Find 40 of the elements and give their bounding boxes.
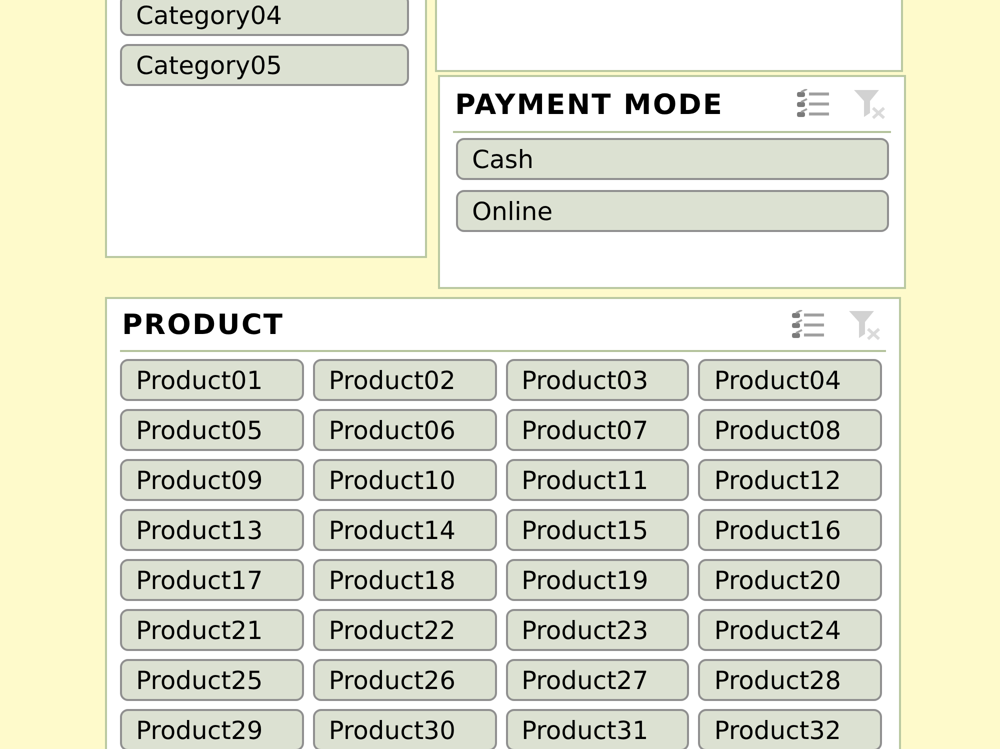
checklist-icon[interactable]	[791, 310, 825, 340]
slicer-item-button[interactable]: Product10	[312, 459, 496, 501]
slicer-item-button[interactable]: Product03	[506, 359, 690, 401]
slicer-item-button[interactable]: Product20	[698, 559, 882, 601]
slicer-item-button[interactable]: Product31	[506, 709, 690, 749]
slicer-item-button[interactable]: Product22	[312, 609, 496, 651]
slicer-item-button[interactable]: Product30	[312, 709, 496, 749]
slicer-item-button[interactable]: Product13	[120, 509, 304, 551]
slicer-item-button[interactable]: Product15	[506, 509, 690, 551]
slicer-item-button[interactable]: Product04	[698, 359, 882, 401]
slicer-item-button[interactable]: Product08	[698, 409, 882, 451]
slicer-item-button[interactable]: Product06	[312, 409, 496, 451]
slicer-item-button[interactable]: Product21	[120, 609, 304, 651]
slicer-item-button[interactable]: Product09	[120, 459, 304, 501]
slicer-item-button[interactable]: Product29	[120, 709, 304, 749]
slicer-item-button[interactable]: Product01	[120, 359, 304, 401]
slicer-item-button[interactable]: Online	[456, 190, 889, 232]
slicer-item-button[interactable]: Product17	[120, 559, 304, 601]
slicer-item-button[interactable]: Product07	[506, 409, 690, 451]
slicer-item-button[interactable]: Product12	[698, 459, 882, 501]
slicer-item-button[interactable]: Product26	[312, 659, 496, 701]
slicer-item-button[interactable]: Product02	[312, 359, 496, 401]
slicer-item-button[interactable]: Cash	[456, 138, 889, 180]
slicer-item-button[interactable]: Category04	[120, 0, 409, 36]
slicer-title: PAYMENT MODE	[454, 88, 725, 120]
slicer-item-button[interactable]: Product16	[698, 509, 882, 551]
slicer-item-button[interactable]: Product25	[120, 659, 304, 701]
slicer-item-button[interactable]: Product27	[506, 659, 690, 701]
slicer-item-button[interactable]: Product24	[698, 609, 882, 651]
slicer-item-button[interactable]: Category05	[120, 44, 409, 86]
slicer-item-button[interactable]: Product23	[506, 609, 690, 651]
slicer-item-button[interactable]: Product18	[312, 559, 496, 601]
slicer-item-button[interactable]: Product28	[698, 659, 882, 701]
slicer-item-button[interactable]: Product19	[506, 559, 690, 601]
slicer-item-button[interactable]: Product05	[120, 409, 304, 451]
slicer-title: PRODUCT	[121, 308, 286, 341]
slicer-item-button[interactable]: Product11	[506, 459, 690, 501]
checklist-icon[interactable]	[796, 89, 830, 119]
slicer-item-button[interactable]: Product14	[312, 509, 496, 551]
slicer-item-button[interactable]: Product32	[698, 709, 882, 749]
